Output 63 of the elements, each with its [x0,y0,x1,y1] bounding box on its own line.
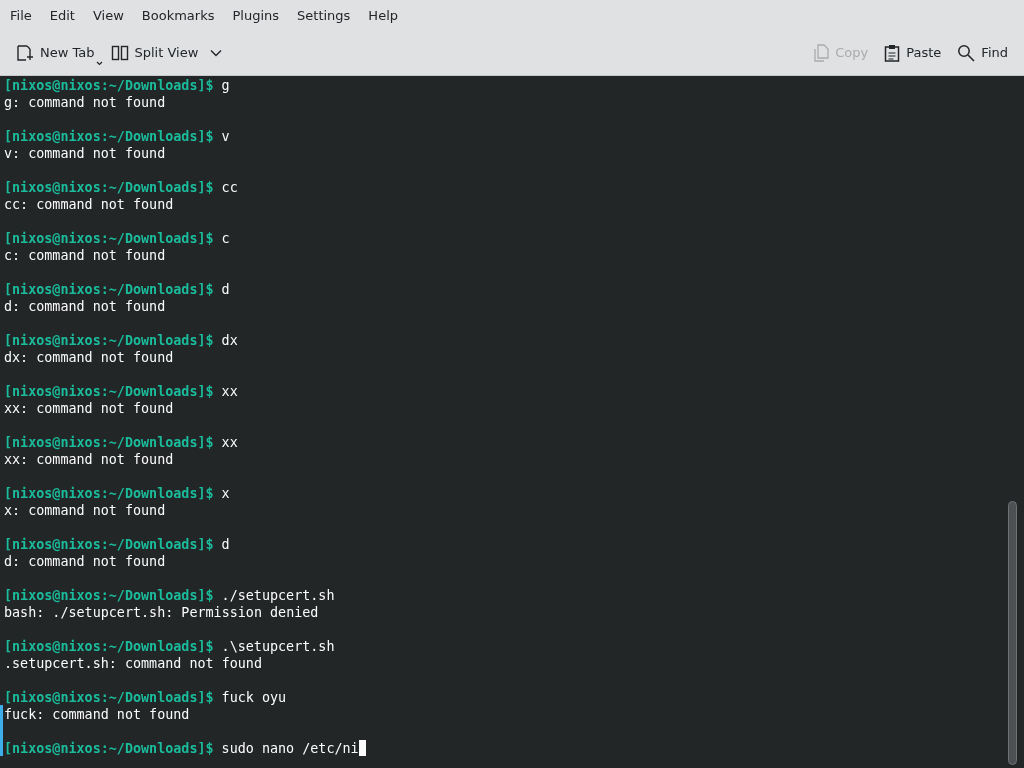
caret-icon [95,60,103,66]
line-marker [0,705,3,756]
shell-prompt: [nixos@nixos:~/Downloads]$ [4,179,214,196]
command-output: bash: ./setupcert.sh: Permission denied [4,604,319,621]
search-icon [957,43,976,62]
shell-prompt: [nixos@nixos:~/Downloads]$ [4,485,214,502]
command-output: dx: command not found [4,349,174,366]
command-text: g [221,77,230,94]
shell-prompt: [nixos@nixos:~/Downloads]$ [4,434,214,451]
command-text: sudo nano /etc/ni [221,740,359,757]
command-text: ./setupcert.sh [221,587,335,604]
command-output: cc: command not found [4,196,174,213]
command-text: d [221,281,230,298]
split-view-button[interactable]: Split View [102,39,231,66]
command-output: v: command not found [4,145,166,162]
shell-prompt: [nixos@nixos:~/Downloads]$ [4,332,214,349]
shell-prompt: [nixos@nixos:~/Downloads]$ [4,128,214,145]
command-output: fuck: command not found [4,706,190,723]
command-text: xx [221,383,238,400]
copy-icon [813,43,830,62]
shell-prompt: [nixos@nixos:~/Downloads]$ [4,638,214,655]
caret-icon [210,48,223,57]
command-text: c [221,230,230,247]
shell-prompt: [nixos@nixos:~/Downloads]$ [4,77,214,94]
terminal-area[interactable] [0,76,1024,768]
command-output: xx: command not found [4,400,174,417]
command-output: d: command not found [4,553,166,570]
shell-prompt: [nixos@nixos:~/Downloads]$ [4,536,214,553]
text-cursor [358,740,366,756]
clipboard-icon [884,43,901,62]
scrollbar[interactable] [1008,501,1017,765]
command-text: x [221,485,230,502]
command-text: xx [221,434,238,451]
command-output: .setupcert.sh: command not found [4,655,262,672]
menu-item[interactable]: Edit [41,7,83,23]
new-tab-icon [16,43,34,62]
shell-prompt: [nixos@nixos:~/Downloads]$ [4,230,214,247]
menu-item[interactable]: Plugins [224,7,288,23]
menu-item[interactable]: Bookmarks [133,7,223,23]
command-text: dx [221,332,238,349]
command-text: v [221,128,230,145]
menu-item[interactable]: Settings [289,7,359,23]
find-button[interactable]: Find [949,39,1016,66]
menu-item[interactable]: Help [360,7,406,23]
menu-item[interactable]: File [2,7,40,23]
command-output: d: command not found [4,298,166,315]
shell-prompt: [nixos@nixos:~/Downloads]$ [4,689,214,706]
paste-button[interactable]: Paste [876,39,950,66]
command-output: xx: command not found [4,451,174,468]
shell-prompt: [nixos@nixos:~/Downloads]$ [4,740,214,757]
command-text: fuck oyu [221,689,287,706]
command-text: .\setupcert.sh [221,638,335,655]
command-text: d [221,536,230,553]
menu-item[interactable]: View [84,7,132,23]
shell-prompt: [nixos@nixos:~/Downloads]$ [4,383,214,400]
command-output: c: command not found [4,247,166,264]
shell-prompt: [nixos@nixos:~/Downloads]$ [4,281,214,298]
split-view-icon [110,43,129,62]
command-output: x: command not found [4,502,166,519]
new-tab-button[interactable]: New Tab [8,39,103,66]
command-output: g: command not found [4,94,166,111]
shell-prompt: [nixos@nixos:~/Downloads]$ [4,587,214,604]
command-text: cc [221,179,238,196]
